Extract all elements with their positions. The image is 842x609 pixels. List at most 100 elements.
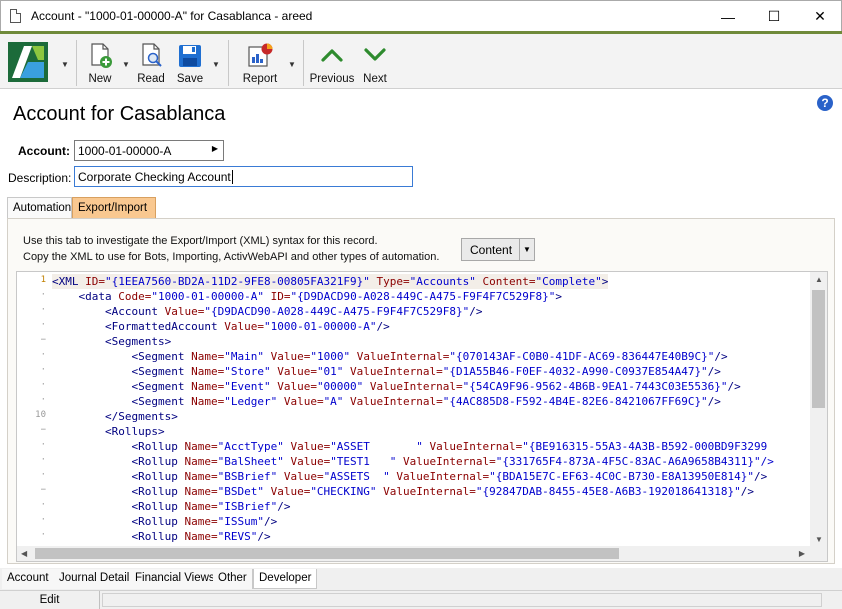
xml-token: /> xyxy=(277,500,291,513)
tab-automation[interactable]: Automation xyxy=(7,197,72,219)
tab-account[interactable]: Account xyxy=(2,569,55,589)
line-number-gutter: 1 · · · − · · · · 10 − · · · − · · · xyxy=(17,272,49,547)
xml-line: <Rollup Name="BSDet" Value="CHECKING" Va… xyxy=(52,484,754,499)
read-button[interactable]: Read xyxy=(135,34,167,90)
xml-token: /> xyxy=(376,320,390,333)
floppy-disk-icon xyxy=(179,45,201,67)
save-button[interactable]: Save xyxy=(172,34,208,90)
xml-token: ValueInternal= xyxy=(363,380,463,393)
xml-editor[interactable]: 1 · · · − · · · · 10− · · · − · · · <XML ID="{1EEA7560-B… xyxy=(16,271,828,562)
tab-export-import[interactable]: Export/Import xyxy=(72,197,156,219)
description-field[interactable]: Corporate Checking Account xyxy=(74,166,413,187)
xml-token: Value= xyxy=(224,320,264,333)
xml-token: /> xyxy=(727,380,741,393)
xml-token: /> xyxy=(469,305,483,318)
xml-token: "CHECKING" xyxy=(310,485,377,498)
xml-token: Name= xyxy=(184,515,218,528)
report-chart-icon xyxy=(248,43,273,67)
xml-token: Value= xyxy=(164,305,205,318)
xml-token: <data xyxy=(78,290,119,303)
xml-token: <Rollup xyxy=(131,455,185,468)
xml-line: <Rollup Name="ISSum"/> xyxy=(52,514,277,529)
xml-token: Code= xyxy=(118,290,152,303)
xml-token: Value= xyxy=(283,455,331,468)
next-button-label: Next xyxy=(363,73,387,85)
xml-line: <Rollup Name="ISBrief"/> xyxy=(52,499,290,514)
xml-line: <Account Value="{D9DACD90-A028-449C-A475… xyxy=(52,304,483,319)
xml-token: /> xyxy=(707,395,721,408)
report-button[interactable]: Report xyxy=(238,34,282,90)
xml-token: /> xyxy=(714,350,728,363)
xml-token xyxy=(52,395,131,408)
line-number: · xyxy=(40,395,46,405)
next-button[interactable]: Next xyxy=(358,34,392,90)
xml-token: "Event" xyxy=(224,380,271,393)
toolbar-separator xyxy=(228,40,229,86)
scroll-left-icon[interactable]: ◀ xyxy=(21,549,27,558)
xml-token xyxy=(52,365,131,378)
document-icon xyxy=(10,9,21,23)
maximize-button[interactable]: ☐ xyxy=(751,1,797,32)
save-dropdown-icon[interactable]: ▼ xyxy=(212,60,220,69)
chevron-down-icon xyxy=(364,48,386,61)
xml-token: "{331765F4-873A-4F5C-83AC-A6A9658B4311}"… xyxy=(495,455,774,468)
vertical-scrollbar[interactable]: ▲ ▼ xyxy=(810,272,827,547)
xml-token: <Rollup xyxy=(131,515,185,528)
scroll-down-icon[interactable]: ▼ xyxy=(815,535,823,544)
xml-token: "{070143AF-C0B0-41DF-AC69-836447E40B9C}" xyxy=(449,350,715,363)
horizontal-scrollbar[interactable]: ◀ ▶ xyxy=(17,546,827,561)
scroll-right-icon[interactable]: ▶ xyxy=(799,549,805,558)
xml-token: Value= xyxy=(270,380,317,393)
xml-token: "1000-01-00000-A" xyxy=(151,290,264,303)
minimize-button[interactable]: — xyxy=(705,1,751,32)
xml-token: ValueInternal= xyxy=(396,455,496,468)
xml-token: Type= xyxy=(369,275,410,288)
xml-token xyxy=(52,440,131,453)
chevron-right-icon[interactable]: ▶ xyxy=(212,144,218,153)
xml-code[interactable]: <XML ID="{1EEA7560-BD2A-11D2-9FE8-00805F… xyxy=(52,272,810,547)
account-field[interactable]: 1000-01-00000-A ▶ xyxy=(74,140,224,161)
xml-token: <Rollup xyxy=(131,440,185,453)
app-menu-button[interactable] xyxy=(6,34,48,90)
xml-token xyxy=(52,410,105,423)
vertical-scroll-thumb[interactable] xyxy=(812,290,825,408)
xml-token: <Rollup xyxy=(131,500,185,513)
tab-developer[interactable]: Developer xyxy=(253,569,318,589)
new-button[interactable]: New xyxy=(82,34,118,90)
xml-token: Name= xyxy=(184,470,218,483)
xml-line: <Segment Name="Ledger" Value="A" ValueIn… xyxy=(52,394,721,409)
xml-token: Name= xyxy=(184,455,218,468)
xml-token: "AcctType" xyxy=(217,440,284,453)
xml-line: <Rollups> xyxy=(52,424,165,439)
previous-button[interactable]: Previous xyxy=(308,34,356,90)
xml-token xyxy=(52,530,131,543)
close-button[interactable]: ✕ xyxy=(797,1,842,32)
chevron-down-icon[interactable]: ▼ xyxy=(519,239,534,260)
xml-token: <FormattedAccount xyxy=(104,320,225,333)
xml-token: Value= xyxy=(270,365,317,378)
line-number: 1 xyxy=(40,275,46,285)
xml-token: ValueInternal= xyxy=(343,365,443,378)
xml-token: ValueInternal= xyxy=(422,440,523,453)
line-number: · xyxy=(40,350,46,360)
xml-token xyxy=(52,305,105,318)
tab-financial-views[interactable]: Financial Views xyxy=(130,569,221,589)
line-number: 10 xyxy=(35,410,46,420)
new-dropdown-icon[interactable]: ▼ xyxy=(122,60,130,69)
xml-token: "BSBrief" xyxy=(217,470,278,483)
report-dropdown-icon[interactable]: ▼ xyxy=(288,60,296,69)
horizontal-scroll-thumb[interactable] xyxy=(35,548,619,559)
toolbar-separator xyxy=(303,40,304,86)
line-number: · xyxy=(40,365,46,375)
xml-token xyxy=(52,455,131,468)
xml-token: "BalSheet" xyxy=(217,455,284,468)
line-number: − xyxy=(40,425,46,435)
tab-journal-detail[interactable]: Journal Detail xyxy=(54,569,136,589)
help-icon[interactable]: ? xyxy=(817,95,833,111)
content-select[interactable]: Content ▼ xyxy=(461,238,535,261)
xml-token: <Segments> xyxy=(104,335,172,348)
app-menu-dropdown-icon[interactable]: ▼ xyxy=(61,60,69,69)
line-number: · xyxy=(40,290,46,300)
tab-other[interactable]: Other xyxy=(213,569,253,589)
scroll-up-icon[interactable]: ▲ xyxy=(815,275,823,284)
